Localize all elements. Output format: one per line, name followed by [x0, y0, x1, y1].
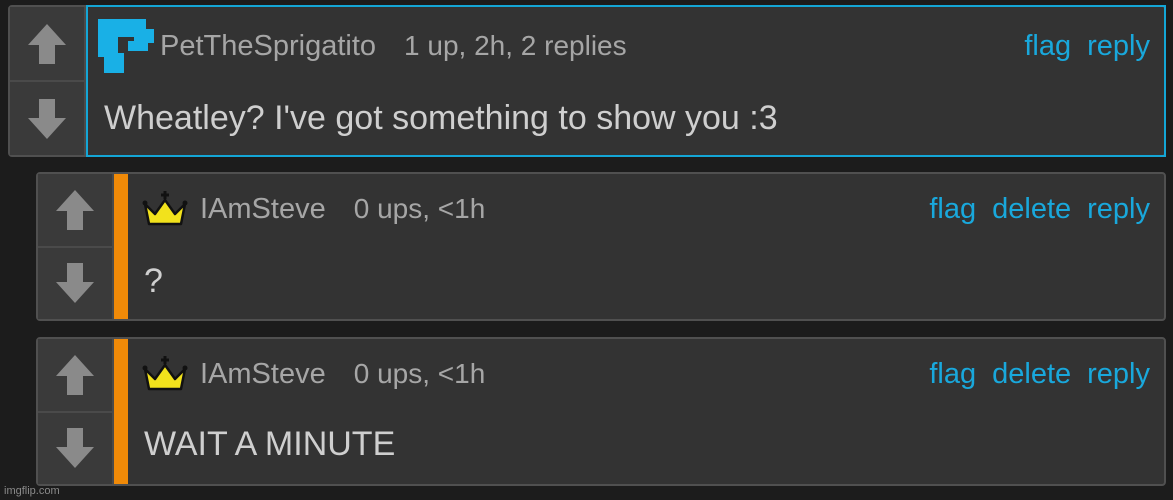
comment-body: PetTheSprigatito 1 up, 2h, 2 replies fla…	[86, 5, 1166, 157]
username-link[interactable]: IAmSteve	[200, 193, 326, 226]
comments-page: PetTheSprigatito 1 up, 2h, 2 replies fla…	[0, 0, 1173, 500]
comment-header: IAmSteve 0 ups, <1h flag delete reply	[142, 355, 1150, 393]
downvote-button[interactable]	[38, 410, 112, 485]
reply-link[interactable]: reply	[1087, 30, 1150, 63]
comment-text: Wheatley? I've got something to show you…	[104, 99, 778, 137]
comment-text: ?	[144, 262, 163, 300]
flag-link[interactable]: flag	[929, 193, 976, 226]
reply-accent-bar	[114, 174, 128, 319]
arrow-down-icon	[56, 428, 94, 469]
comment-meta: 1 up, 2h, 2 replies	[404, 30, 627, 61]
flag-link[interactable]: flag	[929, 358, 976, 391]
comment-body: IAmSteve 0 ups, <1h flag delete reply WA…	[128, 339, 1164, 484]
crown-icon	[142, 356, 188, 391]
username-link[interactable]: IAmSteve	[200, 358, 326, 391]
delete-link[interactable]: delete	[992, 193, 1071, 226]
reply-link[interactable]: reply	[1087, 358, 1150, 391]
arrow-down-icon	[56, 263, 94, 304]
comment: IAmSteve 0 ups, <1h flag delete reply WA…	[36, 337, 1166, 486]
comment-header: PetTheSprigatito 1 up, 2h, 2 replies fla…	[98, 19, 1150, 73]
arrow-up-icon	[56, 189, 94, 230]
watermark: imgflip.com	[4, 485, 60, 497]
vote-column	[10, 7, 86, 155]
reply-link[interactable]: reply	[1087, 193, 1150, 226]
comment-meta: 0 ups, <1h	[353, 193, 486, 224]
comment-meta: 0 ups, <1h	[353, 358, 486, 389]
comment: IAmSteve 0 ups, <1h flag delete reply ?	[36, 172, 1166, 321]
upvote-button[interactable]	[38, 174, 112, 246]
delete-link[interactable]: delete	[992, 358, 1071, 391]
arrow-up-icon	[28, 23, 66, 64]
comment-header: IAmSteve 0 ups, <1h flag delete reply	[142, 190, 1150, 228]
comment-text: WAIT A MINUTE	[144, 425, 396, 463]
downvote-button[interactable]	[10, 80, 84, 155]
reply-accent-bar	[114, 339, 128, 484]
pixel-avatar-icon	[98, 19, 154, 73]
vote-column	[38, 339, 114, 484]
username-link[interactable]: PetTheSprigatito	[160, 30, 376, 63]
arrow-down-icon	[28, 98, 66, 139]
comment: PetTheSprigatito 1 up, 2h, 2 replies fla…	[8, 5, 1166, 157]
downvote-button[interactable]	[38, 245, 112, 320]
flag-link[interactable]: flag	[1024, 30, 1071, 63]
comment-body: IAmSteve 0 ups, <1h flag delete reply ?	[128, 174, 1164, 319]
vote-column	[38, 174, 114, 319]
arrow-up-icon	[56, 354, 94, 395]
crown-icon	[142, 191, 188, 226]
upvote-button[interactable]	[38, 339, 112, 411]
upvote-button[interactable]	[10, 7, 84, 80]
